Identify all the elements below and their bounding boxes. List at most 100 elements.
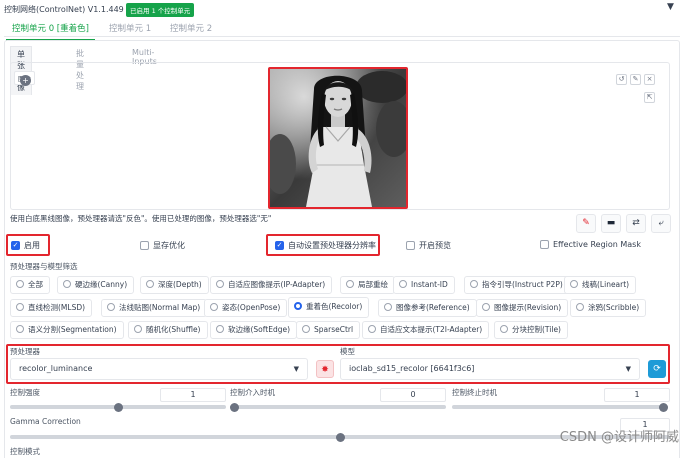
radio-icon [216, 280, 224, 288]
radio-lineart[interactable]: 线稿(Lineart) [564, 276, 637, 294]
radio-normal-map[interactable]: 法线贴图(Normal Map) [101, 299, 208, 317]
radio-tile[interactable]: 分块控制(Tile) [494, 321, 568, 339]
radio-icon [399, 280, 407, 288]
radio-icon [368, 325, 376, 333]
swap-icon[interactable]: ⇄ [626, 214, 646, 233]
radio-mlsd[interactable]: 直线检测(MLSD) [10, 299, 93, 317]
enabled-units-badge: 已启用 1 个控制单元 [126, 3, 195, 17]
radio-icon [302, 325, 310, 333]
radio-icon [570, 280, 578, 288]
checkbox-unchecked-icon [406, 241, 415, 250]
weight-input[interactable]: 1 [160, 388, 226, 402]
chevron-down-icon: ▼ [293, 365, 299, 373]
radio-recolor[interactable]: 重着色(Recolor) [288, 297, 370, 318]
weight-slider-handle[interactable] [113, 403, 123, 412]
radio-icon [134, 325, 142, 333]
radio-scribble[interactable]: 涂鸦(Scribble) [570, 299, 647, 317]
end-slider-track[interactable] [452, 405, 668, 409]
enable-checkbox[interactable]: ✓ 启用 [11, 240, 40, 251]
model-label: 模型 [340, 347, 355, 356]
radio-icon [346, 280, 354, 288]
radio-icon [210, 303, 218, 311]
radio-inpaint[interactable]: 局部重绘 [340, 276, 395, 294]
radio-openpose[interactable]: 姿态(OpenPose) [204, 299, 288, 317]
edit-image-icon[interactable]: ✎ [576, 214, 596, 233]
radio-instruct-p2p[interactable]: 指令引导(Instruct P2P) [464, 276, 570, 294]
tab-unit-1[interactable]: 控制单元 1 [103, 19, 157, 39]
model-dropdown[interactable]: ioclab_sd15_recolor [6641f3c6] ▼ [340, 358, 640, 380]
radio-selected-icon [294, 302, 302, 310]
watermark: CSDN @设计师阿威 [559, 430, 679, 445]
usage-hint: 使用白底黑线图像，预处理器请选"反色"。使用已处理的图像，预处理器选"无" [10, 214, 272, 223]
radio-icon [576, 303, 584, 311]
control-mode-label: 控制模式 [10, 447, 40, 456]
enable-label: 启用 [24, 241, 40, 250]
end-slider-handle[interactable] [659, 403, 668, 412]
camera-icon[interactable]: ▬ [601, 214, 621, 233]
radio-reference[interactable]: 图像参考(Reference) [378, 299, 477, 317]
send-size-icon[interactable]: ⤶ [651, 214, 671, 233]
lowvram-checkbox[interactable]: 显存优化 [140, 240, 185, 251]
radio-softedge[interactable]: 软边缘(SoftEdge) [210, 321, 298, 339]
start-input[interactable]: 0 [380, 388, 446, 402]
tab-unit-0[interactable]: 控制单元 0 [重着色] [6, 19, 95, 41]
controlnet-title: 控制网络(ControlNet) V1.1.449 [4, 5, 124, 14]
radio-icon [216, 325, 224, 333]
radio-icon [470, 280, 478, 288]
unit-tabs: 控制单元 0 [重着色] 控制单元 1 控制单元 2 [4, 19, 680, 41]
gamma-slider-handle[interactable] [335, 433, 345, 442]
checkbox-unchecked-icon [140, 241, 149, 250]
run-preprocessor-icon[interactable]: ✸ [316, 360, 334, 378]
tab-unit-2[interactable]: 控制单元 2 [164, 19, 218, 39]
end-label: 控制终止时机 [452, 388, 497, 397]
undo-icon[interactable]: ↺ [616, 74, 627, 85]
radio-icon [482, 303, 490, 311]
start-label: 控制介入时机 [230, 388, 275, 397]
refresh-models-icon[interactable]: ⟳ [648, 360, 666, 378]
preview-label: 开启预览 [419, 241, 451, 250]
effective-mask-label: Effective Region Mask [553, 240, 641, 249]
radio-icon [16, 280, 24, 288]
radio-all[interactable]: 全部 [10, 276, 50, 294]
input-image [268, 67, 408, 209]
preprocessor-value: recolor_luminance [19, 364, 93, 373]
end-input[interactable]: 1 [604, 388, 670, 402]
control-type-group: 全部 硬边缘(Canny) 深度(Depth) 自适应图像提示(IP-Adapt… [10, 274, 680, 342]
radio-icon [63, 280, 71, 288]
radio-icon [16, 325, 24, 333]
close-icon[interactable]: × [644, 74, 655, 85]
pixel-perfect-label: 自动设置预处理器分辨率 [288, 241, 376, 250]
radio-icon [107, 303, 115, 311]
collapse-icon[interactable]: ▼ [667, 2, 674, 12]
radio-segmentation[interactable]: 语义分割(Segmentation) [10, 321, 124, 339]
radio-instant-id[interactable]: Instant-ID [393, 276, 455, 294]
pixel-perfect-checkbox[interactable]: ✓ 自动设置预处理器分辨率 [275, 240, 376, 251]
radio-icon [146, 280, 154, 288]
checkbox-checked-icon: ✓ [11, 241, 20, 250]
radio-ip-adapter[interactable]: 自适应图像提示(IP-Adapter) [210, 276, 333, 294]
effective-mask-checkbox[interactable]: Effective Region Mask [540, 240, 641, 249]
chevron-down-icon: ▼ [625, 365, 631, 373]
upload-icon[interactable]: + [20, 75, 31, 86]
checkbox-unchecked-icon [540, 240, 549, 249]
radio-depth[interactable]: 深度(Depth) [140, 276, 209, 294]
filter-label: 预处理器与模型筛选 [10, 262, 78, 271]
start-slider-handle[interactable] [230, 403, 239, 412]
weight-label: 控制强度 [10, 388, 40, 397]
radio-t2i-adapter[interactable]: 自适应文本提示(T2I-Adapter) [362, 321, 490, 339]
portrait-image [270, 69, 406, 207]
start-slider-track[interactable] [230, 405, 446, 409]
preview-checkbox[interactable]: 开启预览 [406, 240, 451, 251]
edit-icon[interactable]: ✎ [630, 74, 641, 85]
preprocessor-dropdown[interactable]: recolor_luminance ▼ [10, 358, 308, 380]
lowvram-label: 显存优化 [153, 241, 185, 250]
resize-icon[interactable]: ⇱ [644, 92, 655, 103]
preprocessor-label: 预处理器 [10, 347, 40, 356]
radio-sparsectrl[interactable]: SparseCtrl [296, 321, 361, 339]
radio-shuffle[interactable]: 随机化(Shuffle) [128, 321, 208, 339]
checkbox-checked-icon: ✓ [275, 241, 284, 250]
model-value: ioclab_sd15_recolor [6641f3c6] [349, 364, 475, 373]
gamma-label: Gamma Correction [10, 417, 81, 426]
radio-revision[interactable]: 图像提示(Revision) [476, 299, 569, 317]
radio-canny[interactable]: 硬边缘(Canny) [57, 276, 135, 294]
